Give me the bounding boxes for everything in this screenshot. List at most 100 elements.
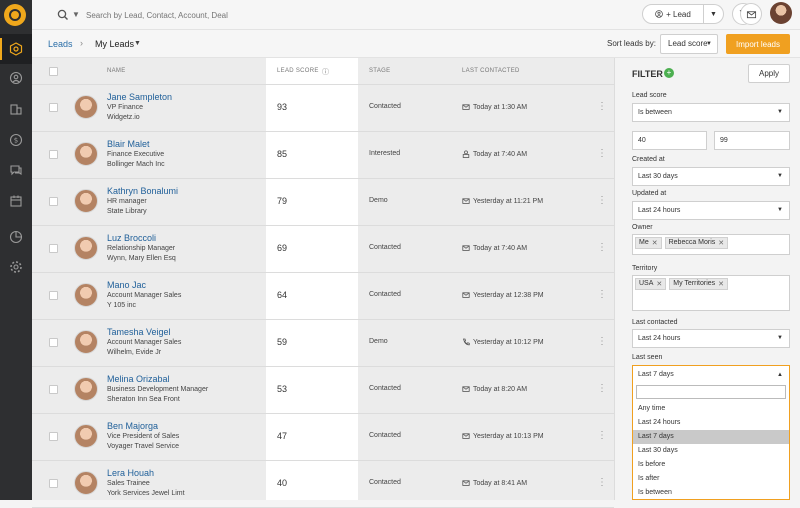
row-checkbox[interactable]: [49, 385, 58, 394]
row-checkbox[interactable]: [49, 338, 58, 347]
row-checkbox[interactable]: [49, 150, 58, 159]
sidebar-item-messages[interactable]: [0, 155, 32, 185]
sort-select[interactable]: Lead score ▼: [660, 34, 718, 54]
lead-name-link[interactable]: Mano Jac: [107, 280, 146, 290]
lead-name-link[interactable]: Lera Houah: [107, 468, 154, 478]
last-contacted-value: Last 24 hours: [638, 335, 681, 342]
more-actions-icon[interactable]: ⋮: [597, 149, 607, 159]
table-row[interactable]: Luz Broccoli Relationship Manager Wynn, Ma…: [32, 226, 614, 273]
sidebar-item-deals[interactable]: $: [0, 125, 32, 155]
last-seen-search-input[interactable]: [636, 385, 786, 399]
sidebar-item-settings[interactable]: [0, 252, 32, 282]
sidebar-item-accounts[interactable]: [0, 94, 32, 124]
lead-name-link[interactable]: Luz Broccoli: [107, 233, 156, 243]
last-contacted-select[interactable]: Last 24 hours ▼: [632, 329, 790, 348]
last-seen-option[interactable]: Last 30 days: [633, 444, 789, 458]
created-at-select[interactable]: Last 30 days ▼: [632, 167, 790, 186]
row-checkbox[interactable]: [49, 244, 58, 253]
last-seen-option[interactable]: Last 24 hours: [633, 416, 789, 430]
add-lead-button[interactable]: + Lead: [642, 4, 704, 24]
more-actions-icon[interactable]: ⋮: [597, 196, 607, 206]
sidebar-item-reports[interactable]: [0, 222, 32, 252]
row-checkbox[interactable]: [49, 291, 58, 300]
row-checkbox[interactable]: [49, 432, 58, 441]
lead-name-link[interactable]: Blair Malet: [107, 139, 150, 149]
lead-title: Business Development Manager: [107, 386, 209, 393]
more-actions-icon[interactable]: ⋮: [597, 478, 607, 488]
avatar: [74, 377, 98, 401]
more-actions-icon[interactable]: ⋮: [597, 384, 607, 394]
table-row[interactable]: Lera Houah Sales Trainee York Services Jew…: [32, 461, 614, 508]
owner-tag-input[interactable]: Me ✕ Rebecca Moris ✕: [632, 234, 790, 255]
view-selector[interactable]: My Leads: [95, 39, 134, 49]
table-row[interactable]: Kathryn Bonalumi HR manager State Library 7…: [32, 179, 614, 226]
last-seen-option[interactable]: Is before: [633, 458, 789, 472]
sidebar-item-calendar[interactable]: [0, 186, 32, 216]
remove-tag-icon[interactable]: ✕: [656, 280, 662, 288]
calendar-icon: [10, 195, 22, 207]
territory-tag-input[interactable]: USA ✕ My Territories ✕: [632, 275, 790, 311]
app-logo[interactable]: [4, 4, 26, 26]
row-checkbox[interactable]: [49, 103, 58, 112]
header-name[interactable]: NAME: [107, 68, 126, 74]
table-row[interactable]: Tamesha Veigel Account Manager Sales Wilhe…: [32, 320, 614, 367]
row-checkbox[interactable]: [49, 479, 58, 488]
chevron-down-icon: ▼: [777, 335, 783, 341]
more-actions-icon[interactable]: ⋮: [597, 243, 607, 253]
header-lead-score[interactable]: LEAD SCORE: [277, 68, 319, 74]
lead-score: 40: [277, 478, 288, 488]
add-menu-caret[interactable]: ▼: [704, 4, 724, 24]
lead-name-link[interactable]: Ben Majorga: [107, 421, 158, 431]
last-contacted-text: Yesterday at 10:13 PM: [473, 432, 544, 440]
lead-company: Voyager Travel Service: [107, 443, 179, 450]
table-row[interactable]: Mano Jac Account Manager Sales Y 105 inc 64…: [32, 273, 614, 320]
search-input[interactable]: [86, 6, 386, 24]
lead-stage: Demo: [369, 338, 388, 345]
lead-score-operator-select[interactable]: Is between ▼: [632, 103, 790, 122]
lead-score-max-input[interactable]: 99: [714, 131, 790, 150]
table-row[interactable]: Melina Orizabal Business Development Mana…: [32, 367, 614, 414]
lead-name-link[interactable]: Melina Orizabal: [107, 374, 170, 384]
lead-name-link[interactable]: Tamesha Veigel: [107, 327, 171, 337]
table-row[interactable]: Ben Majorga Vice President of Sales Voyage…: [32, 414, 614, 461]
email-button[interactable]: [740, 3, 762, 25]
table-row[interactable]: Jane Sampleton VP Finance Widgetz.io 93 Cont…: [32, 85, 614, 132]
breadcrumb-leads[interactable]: Leads: [48, 39, 73, 49]
updated-at-select[interactable]: Last 24 hours ▼: [632, 201, 790, 220]
add-filter-icon[interactable]: +: [664, 68, 674, 78]
remove-tag-icon[interactable]: ✕: [652, 239, 658, 247]
more-actions-icon[interactable]: ⋮: [597, 290, 607, 300]
last-seen-option[interactable]: Last 7 days: [633, 430, 789, 444]
remove-tag-icon[interactable]: ✕: [718, 280, 724, 288]
lead-name-link[interactable]: Kathryn Bonalumi: [107, 186, 178, 196]
lead-score-min-input[interactable]: 40: [632, 131, 707, 150]
last-seen-option[interactable]: Is after: [633, 472, 789, 486]
apply-button[interactable]: Apply: [748, 64, 790, 83]
more-actions-icon[interactable]: ⋮: [597, 337, 607, 347]
select-all-checkbox[interactable]: [49, 67, 58, 76]
phone-icon: [462, 338, 470, 346]
sidebar-item-leads[interactable]: [0, 34, 32, 64]
last-seen-option[interactable]: Any time: [633, 402, 789, 416]
more-actions-icon[interactable]: ⋮: [597, 431, 607, 441]
last-contacted: Today at 7:40 AM: [462, 244, 527, 252]
header-last-contacted[interactable]: LAST CONTACTED: [462, 68, 520, 74]
import-leads-button[interactable]: Import leads: [726, 34, 790, 54]
header-stage[interactable]: STAGE: [369, 68, 390, 74]
last-seen-dropdown[interactable]: Last 7 days ▲ Any time Last 24 hours Last …: [632, 365, 790, 500]
table-row[interactable]: Blair Malet Finance Executive Bollinger Ma…: [32, 132, 614, 179]
chevron-up-icon: ▲: [777, 372, 783, 378]
last-seen-select[interactable]: Last 7 days ▲: [633, 366, 789, 384]
search-scope-caret-icon[interactable]: ▼: [72, 10, 80, 19]
user-avatar[interactable]: [770, 2, 792, 24]
last-seen-option[interactable]: Is between: [633, 486, 789, 500]
remove-tag-icon[interactable]: ✕: [718, 239, 724, 247]
lead-name-link[interactable]: Jane Sampleton: [107, 92, 172, 102]
created-at-value: Last 30 days: [638, 173, 678, 180]
sidebar-item-contacts[interactable]: [0, 63, 32, 93]
more-actions-icon[interactable]: ⋮: [597, 102, 607, 112]
search-icon[interactable]: [56, 8, 70, 22]
row-checkbox[interactable]: [49, 197, 58, 206]
pie-chart-icon: [9, 230, 23, 244]
chevron-down-icon[interactable]: ▼: [134, 40, 141, 47]
